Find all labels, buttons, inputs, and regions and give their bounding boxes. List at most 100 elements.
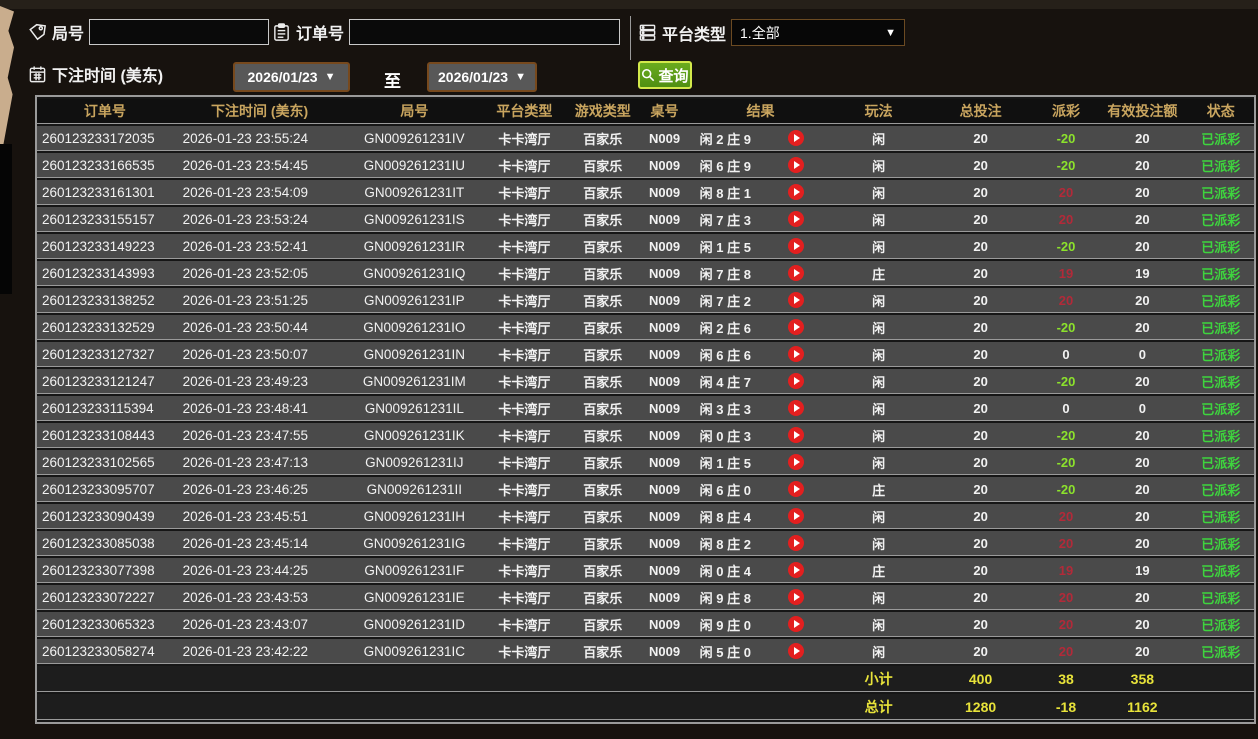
game-type-cell: 百家乐 xyxy=(566,612,639,637)
play-icon[interactable] xyxy=(787,238,804,255)
platform-cell: 卡卡湾厅 xyxy=(482,153,567,178)
status-cell: 已派彩 xyxy=(1187,558,1254,583)
play-icon[interactable] xyxy=(787,373,804,390)
total-bet-cell: 20 xyxy=(926,126,1035,151)
col-header-bet-type: 玩法 xyxy=(830,99,927,124)
play-icon[interactable] xyxy=(787,130,804,147)
platform-cell: 卡卡湾厅 xyxy=(482,423,567,448)
replay-cell xyxy=(760,639,831,664)
play-icon[interactable] xyxy=(787,427,804,444)
table-row: 260123233065323 2026-01-23 23:43:07 GN00… xyxy=(37,612,1254,637)
total-bet-cell: 20 xyxy=(926,585,1035,610)
status-cell: 已派彩 xyxy=(1187,261,1254,286)
total-status-spacer xyxy=(1187,694,1254,720)
payout-cell: 20 xyxy=(1034,612,1098,637)
total-valid-bet: 1162 xyxy=(1097,694,1188,720)
replay-cell xyxy=(760,126,831,151)
platform-label: 平台类型 xyxy=(662,26,727,44)
bet-time-cell: 2026-01-23 23:53:24 xyxy=(172,207,347,232)
total-bet-cell: 20 xyxy=(926,288,1035,313)
play-icon[interactable] xyxy=(787,184,804,201)
total-bet-cell: 20 xyxy=(926,450,1035,475)
play-icon[interactable] xyxy=(787,292,804,309)
play-triangle xyxy=(793,404,800,413)
platform-cell: 卡卡湾厅 xyxy=(482,504,567,529)
replay-cell xyxy=(760,558,831,583)
date-to-picker[interactable]: 2026/01/23 ▼ xyxy=(427,62,537,92)
subtotal-spacer xyxy=(37,666,831,692)
round-input[interactable] xyxy=(89,19,270,45)
play-icon[interactable] xyxy=(787,211,804,228)
game-type-cell: 百家乐 xyxy=(566,288,639,313)
play-triangle xyxy=(793,458,800,467)
status-cell: 已派彩 xyxy=(1187,585,1254,610)
play-icon[interactable] xyxy=(787,535,804,552)
play-triangle xyxy=(793,242,800,251)
replay-cell xyxy=(760,450,831,475)
bet-type-cell: 闲 xyxy=(830,396,927,421)
subtotal-valid-bet: 358 xyxy=(1097,666,1188,692)
round-id-cell: GN009261231IU xyxy=(346,153,483,178)
col-header-result: 结果 xyxy=(690,99,831,124)
order-number-cell: 260123233058274 xyxy=(37,639,173,664)
order-number-cell: 260123233115394 xyxy=(37,396,173,421)
replay-cell xyxy=(760,369,831,394)
result-cell: 闲 2 庄 9 xyxy=(690,126,761,151)
bet-time-cell: 2026-01-23 23:50:07 xyxy=(172,342,347,367)
table-row: 260123233085038 2026-01-23 23:45:14 GN00… xyxy=(37,531,1254,556)
play-icon[interactable] xyxy=(787,265,804,282)
total-bet-cell: 20 xyxy=(926,153,1035,178)
replay-cell xyxy=(760,315,831,340)
game-type-cell: 百家乐 xyxy=(566,180,639,205)
chevron-down-icon: ▼ xyxy=(885,26,897,39)
payout-cell: 0 xyxy=(1034,396,1098,421)
play-icon[interactable] xyxy=(787,319,804,336)
total-bet-cell: 20 xyxy=(926,396,1035,421)
order-number-cell: 260123233143993 xyxy=(37,261,173,286)
play-icon[interactable] xyxy=(787,454,804,471)
play-triangle xyxy=(793,188,800,197)
play-icon[interactable] xyxy=(787,589,804,606)
status-cell: 已派彩 xyxy=(1187,369,1254,394)
play-icon[interactable] xyxy=(787,481,804,498)
platform-cell: 卡卡湾厅 xyxy=(482,612,567,637)
order-number-cell: 260123233121247 xyxy=(37,369,173,394)
bet-time-cell: 2026-01-23 23:43:07 xyxy=(172,612,347,637)
game-type-cell: 百家乐 xyxy=(566,261,639,286)
play-triangle xyxy=(793,539,800,548)
bet-time-cell: 2026-01-23 23:45:14 xyxy=(172,531,347,556)
order-input[interactable] xyxy=(349,19,621,45)
order-number-cell: 260123233077398 xyxy=(37,558,173,583)
table-no-cell: N009 xyxy=(638,153,691,178)
table-no-cell: N009 xyxy=(638,585,691,610)
replay-cell xyxy=(760,477,831,502)
round-id-cell: GN009261231IJ xyxy=(346,450,483,475)
round-id-cell: GN009261231IQ xyxy=(346,261,483,286)
bet-type-cell: 闲 xyxy=(830,234,927,259)
play-icon[interactable] xyxy=(787,346,804,363)
play-icon[interactable] xyxy=(787,643,804,660)
replay-cell xyxy=(760,612,831,637)
bet-type-cell: 闲 xyxy=(830,180,927,205)
platform-cell: 卡卡湾厅 xyxy=(482,585,567,610)
order-number-cell: 260123233166535 xyxy=(37,153,173,178)
total-bet-cell: 20 xyxy=(926,369,1035,394)
play-icon[interactable] xyxy=(787,400,804,417)
payout-cell: -20 xyxy=(1034,369,1098,394)
play-icon[interactable] xyxy=(787,562,804,579)
payout-cell: 19 xyxy=(1034,558,1098,583)
search-button[interactable]: 查询 xyxy=(638,61,692,89)
play-icon[interactable] xyxy=(787,616,804,633)
play-icon[interactable] xyxy=(787,157,804,174)
total-bet-cell: 20 xyxy=(926,180,1035,205)
order-number-cell: 260123233149223 xyxy=(37,234,173,259)
subtotal-label: 小计 xyxy=(830,666,927,692)
bet-type-cell: 闲 xyxy=(830,369,927,394)
result-cell: 闲 2 庄 6 xyxy=(690,315,761,340)
platform-select[interactable]: 1.全部 ▼ xyxy=(731,19,906,46)
col-header-valid-bet: 有效投注额 xyxy=(1097,99,1188,124)
valid-bet-cell: 19 xyxy=(1097,261,1188,286)
play-icon[interactable] xyxy=(787,508,804,525)
table-row: 260123233102565 2026-01-23 23:47:13 GN00… xyxy=(37,450,1254,475)
date-from-picker[interactable]: 2026/01/23 ▼ xyxy=(233,62,350,92)
